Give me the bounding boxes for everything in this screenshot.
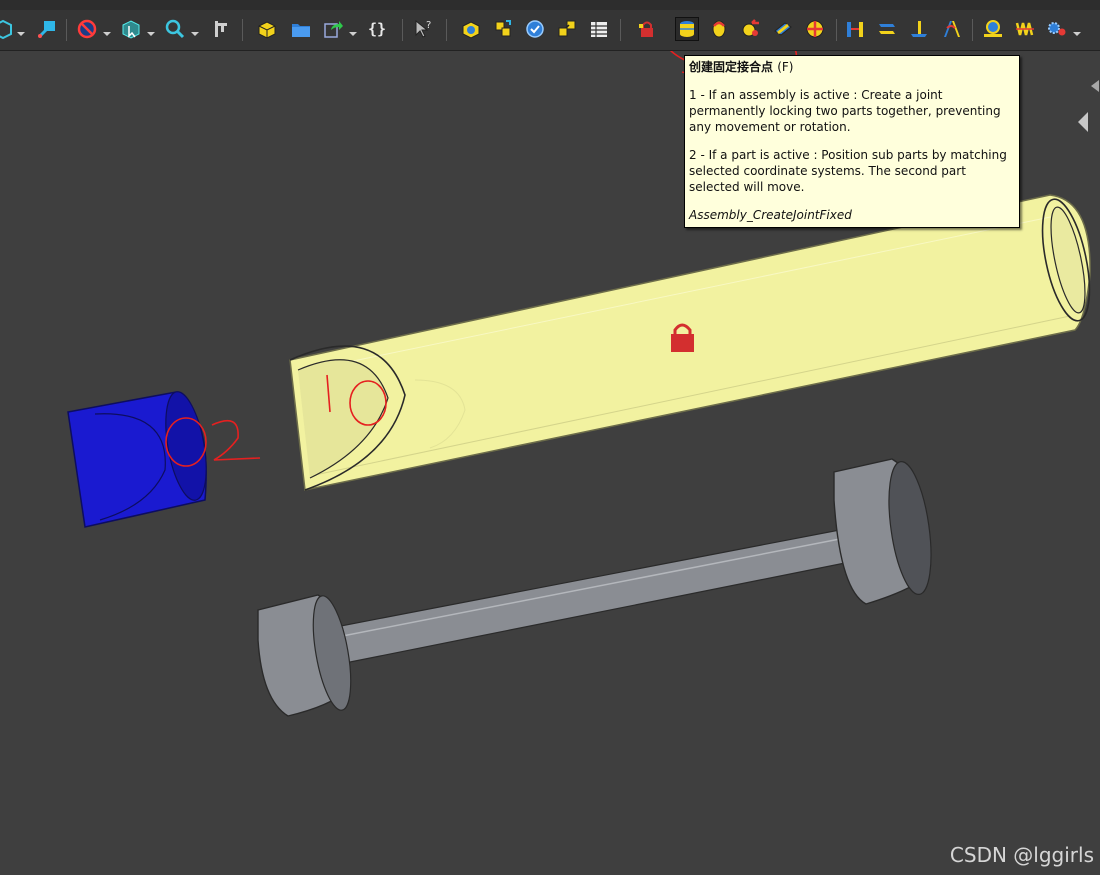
tooltip-command-name: Assembly_CreateJointFixed [689, 208, 852, 222]
create-joint-perpendicular-icon[interactable] [908, 18, 930, 40]
tooltip-shortcut: (F) [777, 60, 794, 74]
chevron-down-icon[interactable] [102, 24, 112, 36]
no-draw-style-icon[interactable] [76, 18, 98, 40]
macro-braces-icon[interactable]: {} [368, 20, 386, 38]
toolbar-separator [402, 19, 403, 41]
whats-this-icon[interactable]: ? [412, 18, 434, 40]
caliper-icon[interactable] [210, 18, 232, 40]
create-joint-rack-pinion-icon[interactable] [982, 18, 1004, 40]
pipe-part[interactable] [289, 194, 1098, 491]
part-icon[interactable] [256, 18, 278, 40]
freecad-window: {} ? 创建固定接合点 (F) 1 - If an assembly is a… [0, 0, 1100, 875]
toolbar-separator [242, 19, 243, 41]
chevron-down-icon[interactable] [1072, 24, 1082, 36]
toolbar-separator [972, 19, 973, 41]
create-joint-distance-icon[interactable] [844, 18, 866, 40]
cap-part[interactable] [67, 389, 213, 528]
create-joint-parallel-icon[interactable] [876, 18, 898, 40]
zoom-icon[interactable] [164, 18, 186, 40]
chevron-down-icon[interactable] [16, 24, 26, 36]
view-cube-icon[interactable] [0, 18, 14, 40]
tooltip-create-joint-fixed: 创建固定接合点 (F) 1 - If an assembly is active… [684, 55, 1020, 228]
chevron-down-icon[interactable] [348, 24, 358, 36]
solve-assembly-icon[interactable] [524, 18, 546, 40]
ground-lock-icon[interactable] [636, 18, 658, 40]
folder-icon[interactable] [290, 18, 312, 40]
nav-cube-left-arrow-icon[interactable] [1076, 110, 1090, 134]
link-icon[interactable] [322, 18, 344, 40]
shaft-part[interactable] [257, 458, 938, 717]
tooltip-title-text: 创建固定接合点 [689, 60, 774, 74]
create-joint-revolute-icon[interactable] [708, 18, 730, 40]
create-joint-ball-icon[interactable] [804, 18, 826, 40]
tooltip-title: 创建固定接合点 (F) [689, 59, 1015, 75]
toolbar-separator [836, 19, 837, 41]
measure-icon[interactable] [36, 18, 58, 40]
create-assembly-icon[interactable] [460, 18, 482, 40]
watermark: CSDN @lggirls [949, 843, 1094, 867]
toolbar-separator [620, 19, 621, 41]
bill-of-materials-icon[interactable] [588, 18, 610, 40]
create-joint-fixed-icon[interactable] [675, 17, 699, 41]
svg-text:?: ? [426, 20, 431, 31]
insert-part-icon[interactable] [492, 18, 514, 40]
main-toolbar: {} ? [0, 10, 1100, 51]
chevron-down-icon[interactable] [190, 24, 200, 36]
toolbar-separator [446, 19, 447, 41]
select-box-icon[interactable] [120, 18, 142, 40]
toolbar-separator [66, 19, 67, 41]
nav-cube-corner-arrow-icon[interactable] [1090, 78, 1100, 102]
tooltip-line-2: 2 - If a part is active : Position sub p… [689, 148, 1007, 194]
chevron-down-icon[interactable] [146, 24, 156, 36]
create-joint-cylindrical-icon[interactable] [740, 18, 762, 40]
title-strip [0, 0, 1100, 10]
create-joint-slider-icon[interactable] [772, 18, 794, 40]
tooltip-line-1: 1 - If an assembly is active : Create a … [689, 88, 1001, 134]
create-joint-angle-icon[interactable] [940, 18, 962, 40]
create-joint-screw-icon[interactable] [1014, 18, 1036, 40]
create-joint-gears-icon[interactable] [1046, 18, 1068, 40]
exploded-view-icon[interactable] [556, 18, 578, 40]
